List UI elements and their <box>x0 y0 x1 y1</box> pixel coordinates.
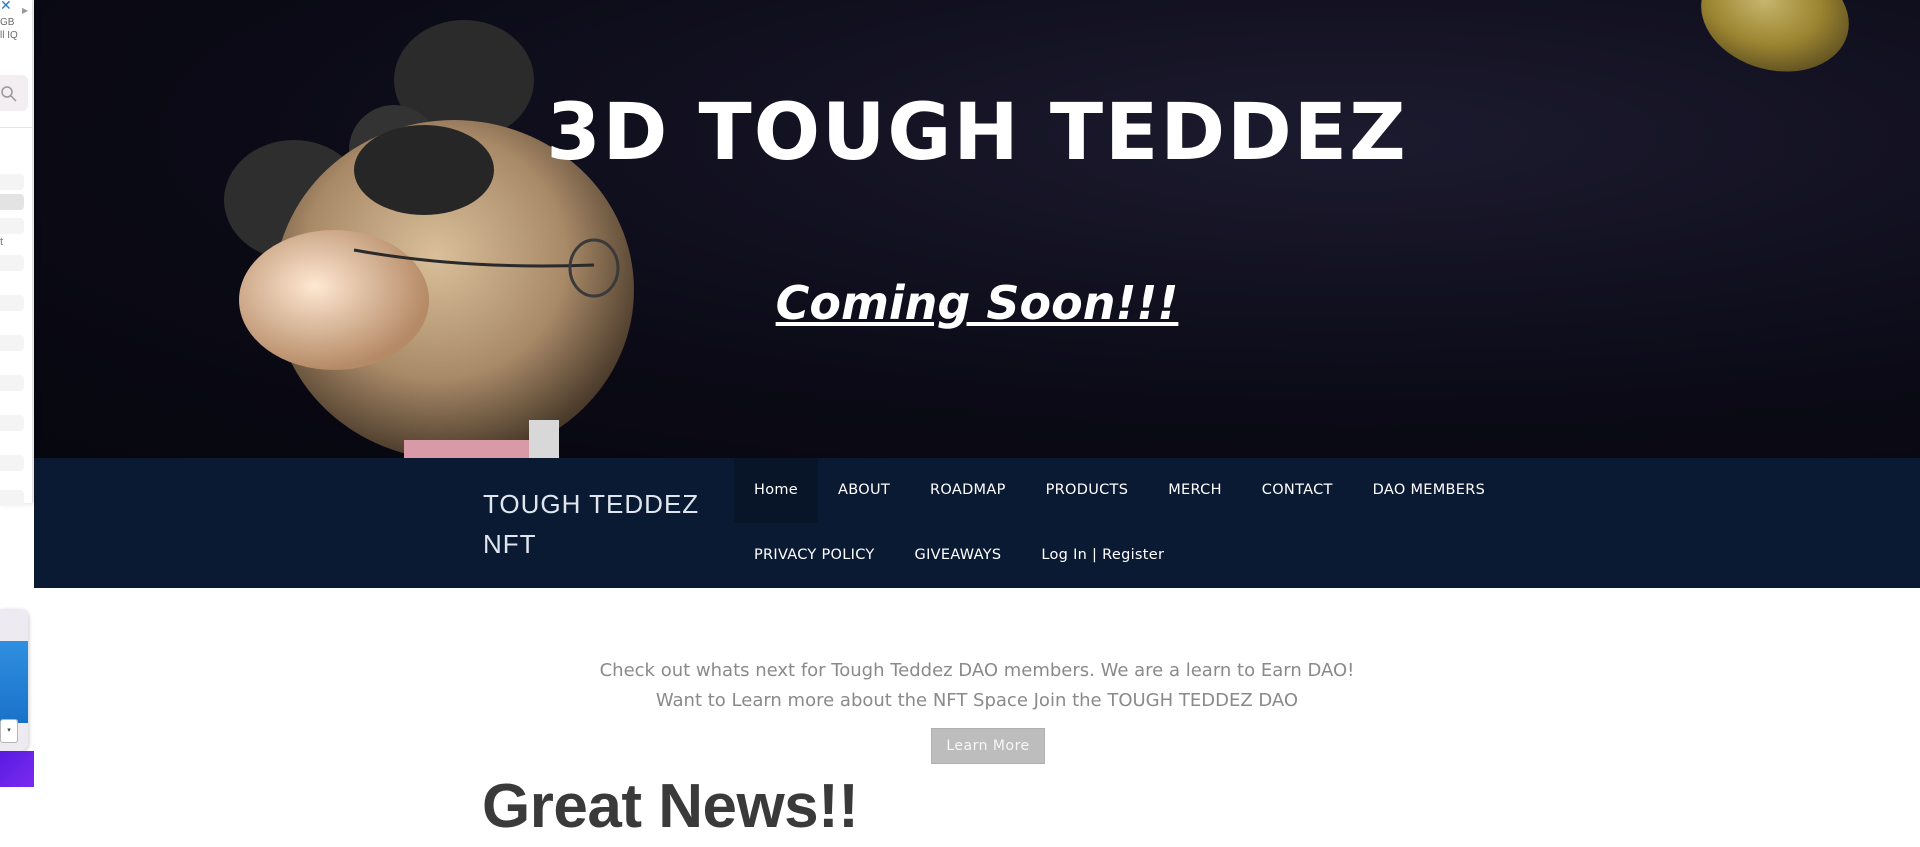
nav-item-giveaways[interactable]: GIVEAWAYS <box>895 523 1022 588</box>
site-brand[interactable]: TOUGH TEDDEZ NFT <box>483 484 703 564</box>
list-item[interactable] <box>0 174 24 190</box>
nav-item-login-register[interactable]: Log In | Register <box>1021 523 1184 588</box>
teddy-figure-image <box>224 20 634 458</box>
dropdown-arrow-icon[interactable]: ▾ <box>0 719 18 743</box>
list-item[interactable] <box>0 255 24 271</box>
nav-row-secondary: PRIVACY POLICY GIVEAWAYS Log In | Regist… <box>734 523 1184 588</box>
list-item[interactable] <box>0 455 24 471</box>
nav-item-products[interactable]: PRODUCTS <box>1026 458 1149 523</box>
intro-text-line-2: Want to Learn more about the NFT Space J… <box>655 690 1299 711</box>
section-title: Great News!! <box>482 772 859 841</box>
main-navigation: TOUGH TEDDEZ NFT Home ABOUT ROADMAP PROD… <box>34 458 1920 588</box>
search-icon <box>1 86 17 102</box>
list-item[interactable] <box>0 490 24 506</box>
storage-size-detail: ll IQ <box>0 30 18 41</box>
play-arrow-icon[interactable]: ▶ <box>22 6 28 15</box>
nav-item-privacy-policy[interactable]: PRIVACY POLICY <box>734 523 895 588</box>
close-icon[interactable]: ✕ <box>0 0 12 14</box>
nav-row-primary: Home ABOUT ROADMAP PRODUCTS MERCH CONTAC… <box>734 458 1505 523</box>
list-item-selected[interactable] <box>0 194 24 210</box>
storage-text: GB ll IQ <box>0 16 18 42</box>
app-badge[interactable] <box>0 751 34 787</box>
nav-item-dao-members[interactable]: DAO MEMBERS <box>1353 458 1505 523</box>
brand-line-1: TOUGH TEDDEZ <box>483 489 700 519</box>
list-item[interactable] <box>0 295 24 311</box>
learn-more-button[interactable]: Learn More <box>931 728 1045 764</box>
list-item[interactable] <box>0 218 24 234</box>
hero-banner: 3D TOUGH TEDDEZ Coming Soon!!! <box>34 0 1920 458</box>
list-item-text: t <box>0 236 4 248</box>
divider <box>0 127 32 128</box>
list-item[interactable] <box>0 415 24 431</box>
background-bell <box>1688 0 1862 88</box>
nav-item-roadmap[interactable]: ROADMAP <box>910 458 1026 523</box>
brand-line-2: NFT <box>483 529 537 559</box>
list-item[interactable] <box>0 335 24 351</box>
list-item[interactable] <box>0 375 24 391</box>
floating-card: ▾ <box>0 609 28 751</box>
hero-title: 3D TOUGH TEDDEZ <box>546 88 1408 178</box>
left-overlay-panel: ✕ ▶ GB ll IQ t ▾ <box>0 0 34 847</box>
nav-item-contact[interactable]: CONTACT <box>1242 458 1353 523</box>
nav-item-home[interactable]: Home <box>734 458 819 523</box>
intro-text-line-1: Check out whats next for Tough Teddez DA… <box>599 660 1355 681</box>
card-preview[interactable] <box>0 641 28 723</box>
hero-subtitle: Coming Soon!!! <box>775 276 1179 330</box>
sidebar-panel: ✕ ▶ GB ll IQ t <box>0 0 33 506</box>
storage-size-label: GB <box>0 17 15 28</box>
nav-item-about[interactable]: ABOUT <box>818 458 910 523</box>
nav-item-merch[interactable]: MERCH <box>1148 458 1242 523</box>
sidebar-search[interactable] <box>0 75 28 111</box>
